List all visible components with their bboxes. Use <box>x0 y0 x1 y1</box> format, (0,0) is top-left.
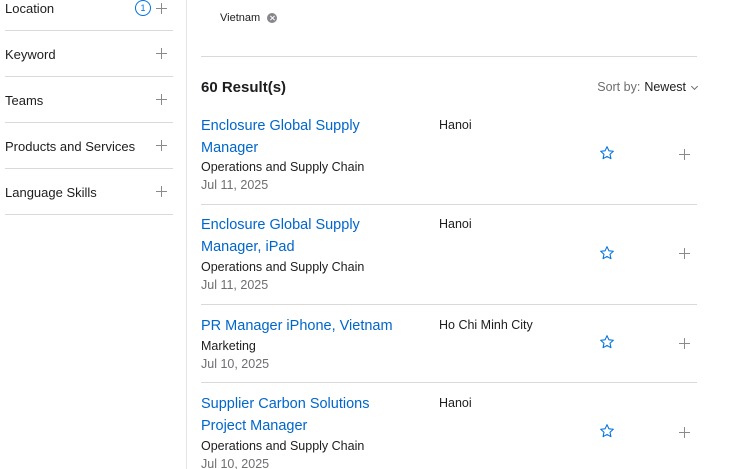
job-location: Hanoi <box>439 118 472 132</box>
filter-count-badge: 1 <box>135 0 151 16</box>
job-team: Operations and Supply Chain <box>201 439 365 453</box>
star-outline-icon[interactable] <box>599 145 615 161</box>
job-row: Enclosure Global Supply Manager Operatio… <box>201 110 697 205</box>
filter-language-skills[interactable]: Language Skills <box>5 169 173 215</box>
sort-label: Sort by: <box>597 80 641 94</box>
plus-icon[interactable] <box>679 149 690 160</box>
job-team: Operations and Supply Chain <box>201 160 365 174</box>
job-location: Hanoi <box>439 396 472 410</box>
job-title-link[interactable]: Supplier Carbon Solutions Project Manage… <box>201 394 406 437</box>
job-title-link[interactable]: Enclosure Global Supply Manager <box>201 116 406 159</box>
selected-filter-chip: Vietnam <box>220 12 278 24</box>
filter-label: Location <box>5 1 55 16</box>
plus-icon[interactable] <box>156 186 167 197</box>
filter-products-and-services[interactable]: Products and Services <box>5 123 173 169</box>
divider <box>201 56 697 57</box>
filter-label: Teams <box>5 93 44 108</box>
job-title-link[interactable]: Enclosure Global Supply Manager, iPad <box>201 215 406 258</box>
star-outline-icon[interactable] <box>599 334 615 350</box>
chip-label: Vietnam <box>220 12 261 24</box>
plus-icon[interactable] <box>679 248 690 259</box>
job-title-link[interactable]: PR Manager iPhone, Vietnam <box>201 316 461 338</box>
filter-keyword[interactable]: Keyword <box>5 31 173 77</box>
filter-teams[interactable]: Teams <box>5 77 173 123</box>
chevron-down-icon <box>690 82 699 90</box>
close-circle-icon[interactable] <box>267 13 278 23</box>
sort-dropdown[interactable]: Sort by: Newest <box>597 80 699 94</box>
sort-value: Newest <box>644 80 686 94</box>
plus-icon[interactable] <box>679 338 690 349</box>
star-outline-icon[interactable] <box>599 423 615 439</box>
filter-label: Products and Services <box>5 139 136 154</box>
filter-label: Keyword <box>5 47 56 62</box>
job-row: PR Manager iPhone, Vietnam Marketing Jul… <box>201 305 697 383</box>
star-outline-icon[interactable] <box>599 245 615 261</box>
job-team: Operations and Supply Chain <box>201 260 365 274</box>
job-date: Jul 11, 2025 <box>201 278 269 292</box>
job-row: Supplier Carbon Solutions Project Manage… <box>201 383 697 469</box>
filter-label: Language Skills <box>5 185 97 200</box>
plus-icon[interactable] <box>156 48 167 59</box>
results-count: 60 Result(s) <box>201 79 287 96</box>
filter-sidebar: Location 1 Keyword Teams Products and Se… <box>0 0 187 469</box>
job-row: Enclosure Global Supply Manager, iPad Op… <box>201 205 697 305</box>
job-location: Ho Chi Minh City <box>439 318 533 332</box>
job-date: Jul 10, 2025 <box>201 457 270 469</box>
job-date: Jul 11, 2025 <box>201 178 269 192</box>
job-date: Jul 10, 2025 <box>201 357 270 371</box>
filter-location[interactable]: Location 1 <box>5 0 173 31</box>
plus-icon[interactable] <box>679 427 690 438</box>
plus-icon[interactable] <box>156 3 167 14</box>
job-team: Marketing <box>201 339 256 353</box>
job-location: Hanoi <box>439 217 472 231</box>
plus-icon[interactable] <box>156 94 167 105</box>
plus-icon[interactable] <box>156 140 167 151</box>
